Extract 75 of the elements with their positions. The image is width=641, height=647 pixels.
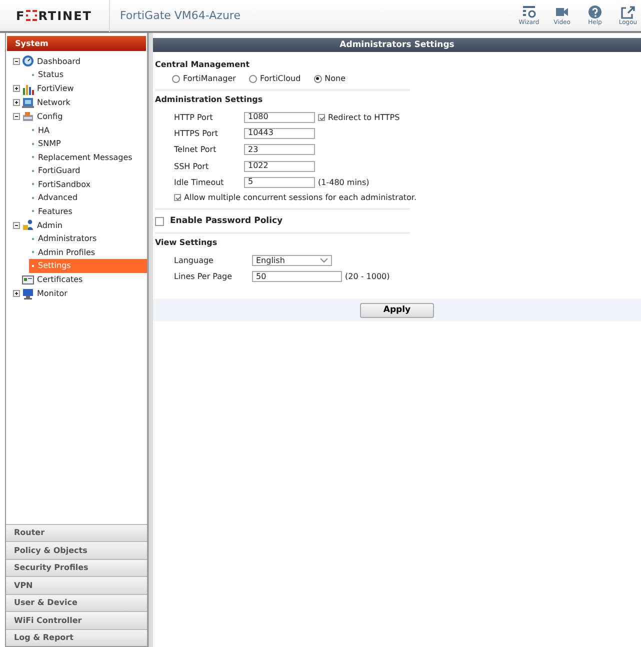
checkbox-option[interactable]: Allow multiple concurrent sessions for each administrator. bbox=[155, 193, 416, 202]
apply-button[interactable]: Apply bbox=[360, 302, 434, 318]
tree-item[interactable]: Status bbox=[29, 68, 147, 82]
computer-icon bbox=[22, 110, 34, 122]
logo-text: RTINET bbox=[38, 8, 92, 22]
input-field[interactable]: 10443 bbox=[244, 128, 315, 139]
field-label: Language bbox=[174, 256, 214, 266]
logo-text: F bbox=[16, 8, 26, 22]
network-icon bbox=[22, 96, 34, 108]
tree-item[interactable]: Config bbox=[36, 112, 64, 121]
tree-item[interactable]: FortiView bbox=[36, 84, 75, 93]
panel-title: Administrators Settings bbox=[153, 38, 641, 52]
video-icon bbox=[555, 5, 569, 19]
language-dropdown[interactable]: English bbox=[252, 255, 332, 266]
input-field[interactable]: 1080 bbox=[244, 112, 315, 123]
menu-section[interactable]: Router bbox=[6, 524, 147, 541]
expander-icon[interactable] bbox=[13, 85, 20, 92]
tree-item[interactable]: HA bbox=[29, 124, 147, 137]
tree-item[interactable]: Network bbox=[36, 98, 72, 107]
tree-item[interactable]: FortiGuard bbox=[29, 164, 147, 178]
section-heading: View Settings bbox=[155, 238, 218, 248]
section-heading: Central Management bbox=[155, 60, 251, 69]
expander-icon[interactable] bbox=[13, 290, 20, 297]
logo-mark-icon bbox=[26, 10, 38, 21]
expander-icon[interactable] bbox=[13, 58, 20, 64]
tree-item[interactable]: Administrators bbox=[29, 232, 147, 246]
splitter-handle[interactable] bbox=[148, 33, 153, 647]
tree-item[interactable]: Features bbox=[29, 204, 147, 218]
radio-option[interactable]: FortiManager bbox=[172, 74, 236, 83]
users-icon bbox=[22, 219, 34, 231]
gauge-icon bbox=[22, 55, 34, 67]
checkbox-option[interactable]: Enable Password Policy bbox=[155, 216, 410, 226]
menu-section[interactable]: User & Device bbox=[6, 594, 147, 611]
checkbox-option[interactable]: Redirect to HTTPS bbox=[318, 112, 400, 122]
expander-icon[interactable] bbox=[13, 99, 20, 106]
help-icon bbox=[588, 5, 602, 19]
input-field[interactable]: 1022 bbox=[244, 160, 315, 172]
product-name: FortiGate VM64-Azure bbox=[119, 9, 242, 22]
range-hint: (1-480 mins) bbox=[318, 178, 370, 187]
input-field[interactable]: 23 bbox=[244, 144, 315, 156]
radio-option[interactable]: None bbox=[314, 74, 346, 83]
field-label: SSH Port bbox=[174, 162, 210, 171]
bar-chart-icon bbox=[22, 82, 34, 94]
field-label: HTTPS Port bbox=[174, 128, 219, 138]
field-label: Lines Per Page bbox=[174, 272, 234, 282]
input-field[interactable]: 50 bbox=[252, 271, 342, 282]
tree-item[interactable]: SNMP bbox=[29, 137, 147, 150]
field-label: HTTP Port bbox=[174, 112, 214, 122]
tree-item[interactable]: Dashboard bbox=[36, 56, 82, 66]
tree-item[interactable]: Advanced bbox=[29, 191, 147, 204]
tree-item[interactable]: Replacement Messages bbox=[29, 150, 147, 164]
range-hint: (20 - 1000) bbox=[345, 272, 390, 282]
expander-icon[interactable] bbox=[13, 113, 20, 120]
tree-item[interactable]: Admin bbox=[36, 220, 64, 230]
field-label: Telnet Port bbox=[174, 145, 218, 154]
caret-icon bbox=[320, 258, 328, 264]
tree-item[interactable]: Monitor bbox=[36, 289, 68, 298]
radio-option[interactable]: FortiCloud bbox=[248, 74, 301, 83]
monitor-icon bbox=[22, 288, 34, 300]
section-heading: Administration Settings bbox=[155, 95, 264, 104]
menu-section[interactable]: WiFi Controller bbox=[6, 611, 147, 628]
tree-item[interactable]: Certificates bbox=[36, 275, 84, 284]
tree-item[interactable]: FortiSandbox bbox=[29, 178, 147, 191]
sidebar-header[interactable]: System bbox=[7, 36, 146, 51]
menu-section[interactable]: Policy & Objects bbox=[6, 541, 147, 558]
menu-section[interactable]: Log & Report bbox=[6, 628, 147, 646]
menu-section[interactable]: VPN bbox=[6, 576, 147, 594]
expander-icon[interactable] bbox=[13, 222, 20, 228]
certificate-icon bbox=[22, 274, 34, 286]
tree-item[interactable]: Admin Profiles bbox=[29, 246, 147, 259]
input-field[interactable]: 5 bbox=[244, 176, 315, 188]
field-label: Idle Timeout bbox=[174, 178, 225, 187]
list-icon bbox=[522, 5, 536, 19]
logout-icon bbox=[621, 5, 635, 19]
menu-section[interactable]: Security Profiles bbox=[6, 558, 147, 576]
